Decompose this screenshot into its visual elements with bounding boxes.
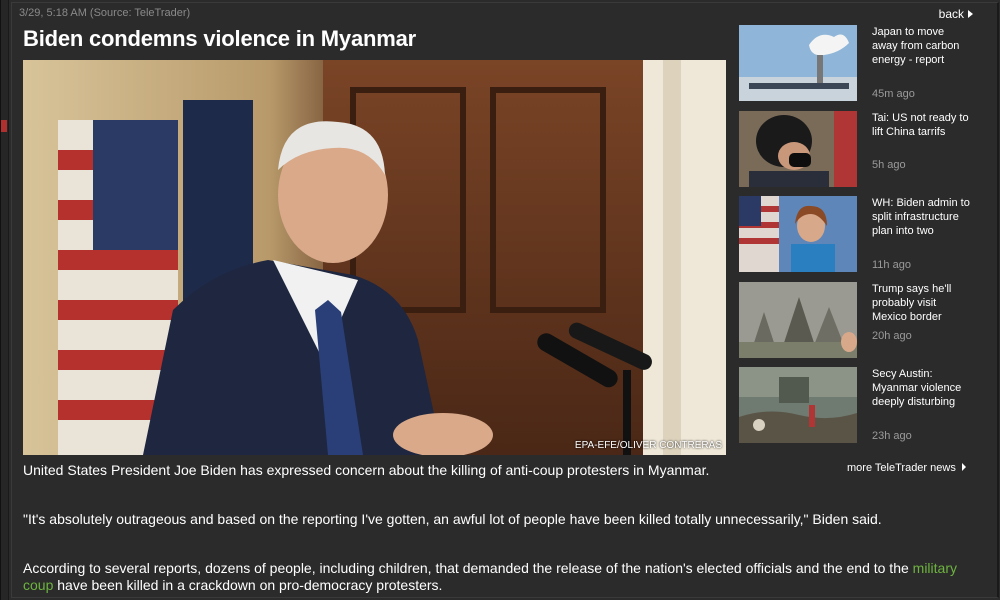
news-age: 11h ago — [872, 259, 911, 271]
power-plant-photo — [739, 25, 857, 101]
related-news-item[interactable]: Tai: US not ready to lift China tarrifs … — [739, 111, 979, 189]
article-photo: EPA-EFE/OLIVER CONTRERAS — [23, 60, 726, 455]
news-window: 3/29, 5:18 AM (Source: TeleTrader) back … — [0, 0, 1000, 600]
news-age: 23h ago — [872, 430, 912, 442]
related-news-item[interactable]: Secy Austin: Myanmar violence deeply dis… — [739, 367, 979, 445]
more-news-label: more TeleTrader news — [847, 462, 956, 474]
back-label: back — [938, 7, 964, 21]
related-news-item[interactable]: Japan to move away from carbon energy - … — [739, 25, 979, 103]
left-strip — [1, 0, 9, 600]
news-thumbnail — [739, 25, 857, 101]
related-news-item[interactable]: Trump says he'll probably visit Mexico b… — [739, 282, 979, 360]
biden-podium-photo — [23, 60, 726, 455]
news-headline: Trump says he'll probably visit Mexico b… — [872, 283, 952, 323]
photo-credit: EPA-EFE/OLIVER CONTRERAS — [574, 440, 722, 451]
more-news-link[interactable]: more TeleTrader news — [847, 462, 966, 474]
back-link[interactable]: back — [939, 7, 973, 21]
news-headline: Japan to move away from carbon energy - … — [872, 26, 960, 66]
paragraph-3-text-start: According to several reports, dozens of … — [23, 560, 913, 576]
news-headline: Tai: US not ready to lift China tarrifs — [872, 112, 969, 138]
article-paragraph-2: "It's absolutely outrageous and based on… — [23, 511, 882, 527]
article-paragraph-1: United States President Joe Biden has ex… — [23, 462, 710, 478]
news-age: 45m ago — [872, 88, 915, 100]
press-briefing-photo — [739, 196, 857, 272]
news-thumbnail — [739, 282, 857, 358]
news-headline: WH: Biden admin to split infrastructure … — [872, 197, 970, 237]
left-marker — [1, 120, 7, 132]
news-thumbnail — [739, 196, 857, 272]
arrow-right-icon — [968, 10, 973, 18]
bare-trees-photo — [739, 282, 857, 358]
related-news-item[interactable]: WH: Biden admin to split infrastructure … — [739, 196, 979, 274]
news-thumbnail — [739, 367, 857, 443]
street-protest-photo — [739, 367, 857, 443]
official-masked-photo — [739, 111, 857, 187]
news-age: 20h ago — [872, 330, 912, 342]
article-meta: 3/29, 5:18 AM (Source: TeleTrader) — [19, 7, 191, 19]
article-title: Biden condemns violence in Myanmar — [23, 26, 416, 51]
paragraph-3-text-end: have been killed in a crackdown on pro-d… — [53, 577, 443, 593]
news-age: 5h ago — [872, 159, 906, 171]
article-paragraph-3: According to several reports, dozens of … — [23, 560, 963, 594]
news-thumbnail — [739, 111, 857, 187]
news-headline: Secy Austin: Myanmar violence deeply dis… — [872, 368, 962, 408]
top-bar: 3/29, 5:18 AM (Source: TeleTrader) back — [15, 6, 985, 22]
arrow-right-icon — [961, 463, 966, 471]
